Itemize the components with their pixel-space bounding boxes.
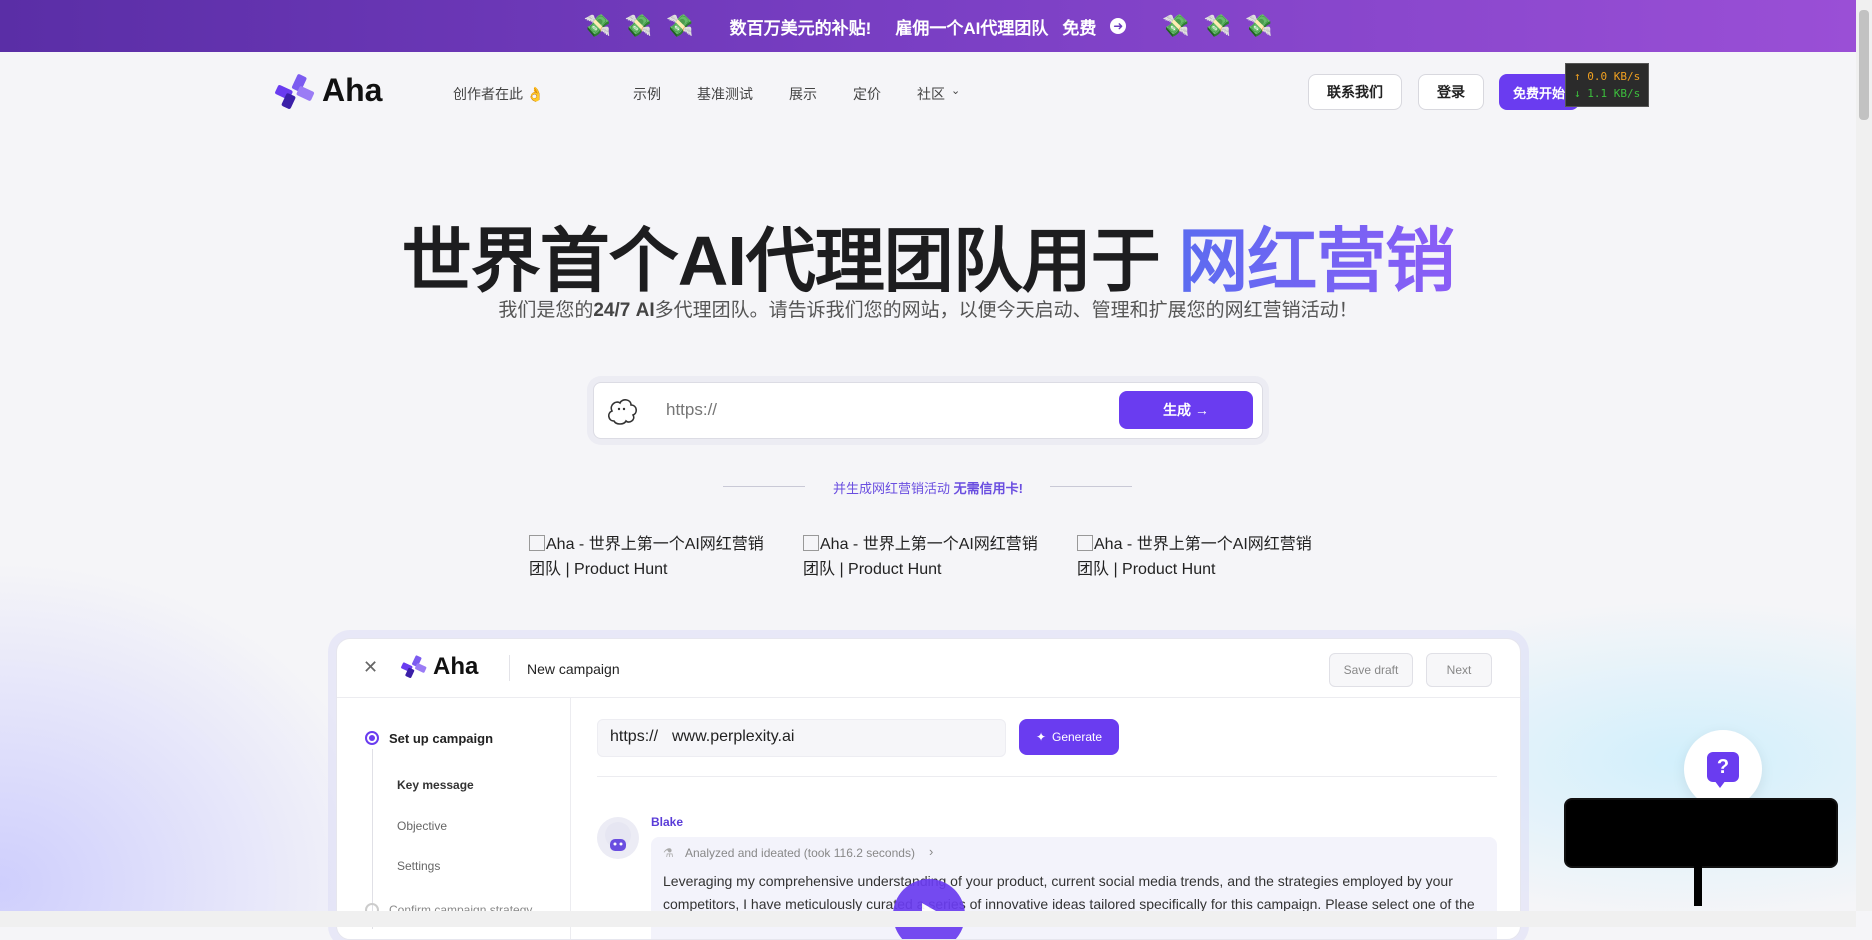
money-icon: 💸: [624, 13, 653, 38]
step-setup-campaign[interactable]: Set up campaign: [389, 731, 493, 746]
video-play-button[interactable]: [893, 879, 965, 939]
url-search-box: 生成 →: [593, 382, 1263, 439]
nav-link-examples[interactable]: 示例: [633, 84, 661, 104]
help-icon-tail: [1714, 780, 1726, 788]
wand-icon: ⚗: [663, 846, 674, 860]
broken-image-icon: [803, 535, 819, 551]
money-icon: 💸: [666, 13, 694, 38]
network-speed-overlay: ↑ 0.0 KB/s ↓ 1.1 KB/s: [1565, 63, 1649, 107]
product-hunt-badge[interactable]: Aha - 世界上第一个AI网红营销团队 | Product Hunt: [529, 532, 769, 582]
agent-message-line2: competitors, I have meticulously curated…: [663, 896, 1475, 912]
broken-image-icon: [1077, 535, 1093, 551]
banner-free-text[interactable]: 免费: [1062, 14, 1096, 39]
step-objective[interactable]: Objective: [397, 819, 447, 833]
step-radio-active[interactable]: [365, 731, 379, 745]
next-button[interactable]: Next: [1426, 653, 1492, 687]
money-icon: 💸: [1203, 13, 1232, 38]
promo-banner[interactable]: 💸 💸 💸 数百万美元的补贴! 雇佣一个AI代理团队 免费 ➜ 💸 💸 💸: [0, 0, 1856, 52]
upload-speed: ↑ 0.0 KB/s: [1574, 70, 1641, 83]
arrow-right-icon[interactable]: ➜: [1110, 18, 1127, 34]
app-title: New campaign: [527, 661, 620, 677]
creator-link[interactable]: 创作者在此 👌: [453, 84, 544, 104]
hero-title: 世界首个AI代理团队用于 网红营销: [0, 205, 1856, 306]
sidebar-separator: [570, 698, 571, 939]
hero-subtitle-pre: 我们是您的: [498, 300, 594, 321]
brand-name[interactable]: Aha: [322, 72, 382, 109]
aha-logo-icon[interactable]: [275, 72, 315, 112]
aha-logo-icon: [401, 654, 427, 680]
money-icon: 💸: [1245, 13, 1273, 38]
app-url-prefix: https://: [610, 728, 659, 745]
nav-link-benchmark[interactable]: 基准测试: [697, 84, 753, 104]
step-line: [372, 749, 373, 929]
header-divider: [509, 655, 510, 681]
help-icon: ?: [1707, 752, 1739, 782]
chevron-down-icon[interactable]: ⌄: [951, 84, 960, 97]
nav-link-pricing[interactable]: 定价: [853, 84, 881, 104]
app-url-field[interactable]: https:// www.perplexity.ai: [597, 719, 1006, 757]
help-chat-button[interactable]: ?: [1684, 730, 1762, 808]
scrollbar-thumb[interactable]: [1859, 10, 1869, 120]
contact-button[interactable]: 联系我们: [1308, 74, 1402, 110]
horizontal-scrollbar[interactable]: [0, 911, 1856, 927]
app-brand: Aha: [433, 653, 479, 680]
hero-title-accent: 网红营销: [1178, 222, 1455, 300]
header-separator: [337, 697, 1520, 698]
close-icon[interactable]: ✕: [363, 657, 378, 678]
download-speed: ↓ 1.1 KB/s: [1574, 87, 1641, 100]
step-key-message[interactable]: Key message: [397, 778, 474, 792]
app-generate-button[interactable]: ✦ Generate: [1019, 719, 1119, 755]
cloud-face-icon: [604, 393, 640, 429]
promo-text: 并生成网红营销活动: [833, 481, 951, 496]
floating-badge-overlay[interactable]: [1564, 798, 1838, 868]
promo-bold: 无需信用卡!: [953, 481, 1023, 496]
product-hunt-alt: Aha - 世界上第一个AI网红营销团队 | Product Hunt: [529, 536, 764, 578]
nav-link-showcase[interactable]: 展示: [789, 84, 817, 104]
hero-title-main: 世界首个AI代理团队用于: [401, 222, 1161, 300]
overlay-stem: [1694, 862, 1702, 906]
url-input[interactable]: [664, 399, 1088, 421]
generate-button[interactable]: 生成 →: [1119, 391, 1253, 429]
nav-link-community[interactable]: 社区: [917, 84, 945, 104]
money-icon: 💸: [1162, 13, 1190, 38]
agent-avatar: [597, 817, 639, 859]
step-settings[interactable]: Settings: [397, 859, 440, 873]
agent-message-line1: Leveraging my comprehensive understandin…: [663, 873, 1453, 889]
banner-promo-text: 数百万美元的补贴!: [729, 18, 872, 38]
sparkle-icon: ✦: [1035, 730, 1046, 744]
product-hunt-alt: Aha - 世界上第一个AI网红营销团队 | Product Hunt: [1077, 536, 1312, 578]
product-hunt-badge[interactable]: Aha - 世界上第一个AI网红营销团队 | Product Hunt: [1077, 532, 1317, 582]
analysis-status[interactable]: Analyzed and ideated (took 116.2 seconds…: [685, 846, 915, 860]
app-preview: ✕ Aha New campaign Save draft Next Set u…: [336, 638, 1521, 940]
vertical-scrollbar[interactable]: [1856, 0, 1872, 911]
login-button[interactable]: 登录: [1418, 74, 1484, 110]
hero-subtitle-post: 多代理团队。请告诉我们您的网站，以便今天启动、管理和扩展您的网红营销活动！: [654, 300, 1358, 321]
agent-name: Blake: [651, 815, 684, 829]
banner-hire-text[interactable]: 雇佣一个AI代理团队: [895, 14, 1048, 39]
content-divider: [597, 776, 1497, 777]
play-icon: [922, 903, 943, 927]
broken-image-icon: [529, 535, 545, 551]
app-generate-label: Generate: [1052, 730, 1103, 744]
app-url-value: www.perplexity.ai: [672, 728, 795, 745]
chevron-right-icon[interactable]: ›: [929, 844, 933, 859]
hero-subtitle: 我们是您的24/7 AI多代理团队。请告诉我们您的网站，以便今天启动、管理和扩展…: [0, 295, 1856, 322]
no-credit-card-note: 并生成网红营销活动 无需信用卡!: [0, 478, 1856, 497]
product-hunt-badge[interactable]: Aha - 世界上第一个AI网红营销团队 | Product Hunt: [803, 532, 1043, 582]
hero-subtitle-bold: 24/7 AI: [593, 300, 655, 321]
money-icon: 💸: [583, 13, 611, 38]
product-hunt-alt: Aha - 世界上第一个AI网红营销团队 | Product Hunt: [803, 536, 1038, 578]
save-draft-button[interactable]: Save draft: [1329, 653, 1413, 687]
